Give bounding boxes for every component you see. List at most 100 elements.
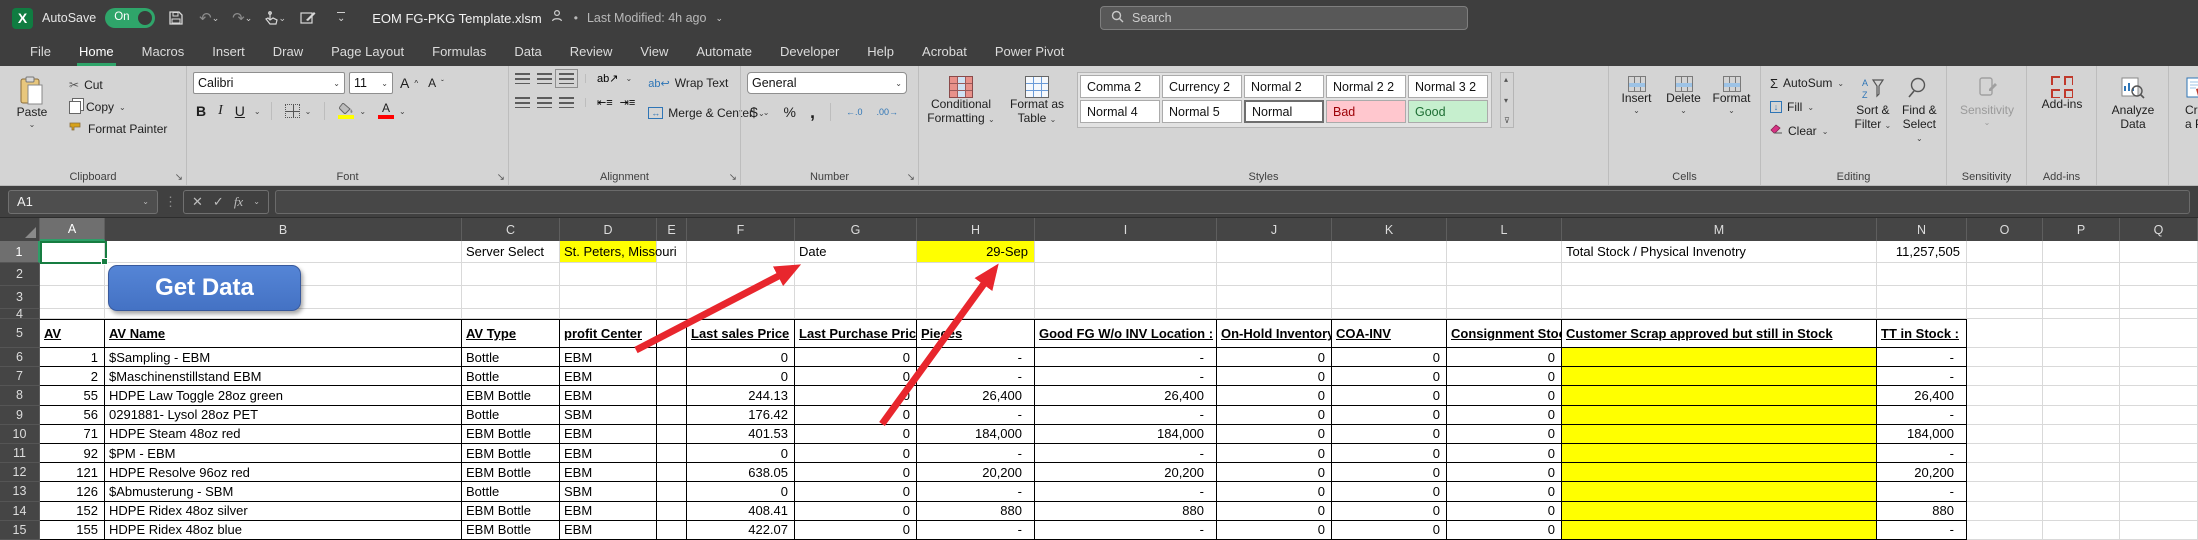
- formula-input[interactable]: [275, 190, 2190, 214]
- cell-N5[interactable]: TT in Stock :: [1877, 319, 1967, 348]
- cell-D4[interactable]: [560, 309, 657, 319]
- cell-P1[interactable]: [2043, 241, 2120, 263]
- cell-E12[interactable]: [657, 463, 687, 482]
- alignment-dialog-launcher-icon[interactable]: ↘: [729, 172, 737, 183]
- cell-N6[interactable]: -: [1877, 348, 1967, 367]
- cell-C12[interactable]: EBM Bottle: [462, 463, 560, 482]
- cell-O13[interactable]: [1967, 482, 2043, 501]
- save-icon[interactable]: [164, 6, 188, 30]
- cell-L13[interactable]: 0: [1447, 482, 1562, 501]
- clear-button[interactable]: Clear⌄: [1767, 120, 1847, 142]
- cell-A3[interactable]: [40, 286, 105, 309]
- cell-N12[interactable]: 20,200: [1877, 463, 1967, 482]
- cell-M1[interactable]: Total Stock / Physical Invenotry: [1562, 241, 1877, 263]
- cell-K7[interactable]: 0: [1332, 367, 1447, 386]
- format-cells-button[interactable]: Format⌄: [1709, 72, 1754, 115]
- column-header-M[interactable]: M: [1562, 218, 1877, 241]
- addins-button[interactable]: Add-ins: [2033, 72, 2091, 112]
- cell-O5[interactable]: [1967, 319, 2043, 348]
- cell-A15[interactable]: 155: [40, 521, 105, 540]
- cell-F11[interactable]: 0: [687, 444, 795, 463]
- cell-N11[interactable]: -: [1877, 444, 1967, 463]
- row-header-7[interactable]: 7: [0, 367, 40, 386]
- cell-O12[interactable]: [1967, 463, 2043, 482]
- row-header-1[interactable]: 1: [0, 241, 40, 263]
- cell-K5[interactable]: COA-INV: [1332, 319, 1447, 348]
- increase-decimal-button[interactable]: ←.0: [843, 101, 866, 123]
- cell-N14[interactable]: 880: [1877, 502, 1967, 521]
- cell-L9[interactable]: 0: [1447, 406, 1562, 425]
- cell-G10[interactable]: 0: [795, 425, 917, 444]
- cell-H7[interactable]: -: [917, 367, 1035, 386]
- tab-page-layout[interactable]: Page Layout: [317, 36, 418, 66]
- cell-K13[interactable]: 0: [1332, 482, 1447, 501]
- cell-L10[interactable]: 0: [1447, 425, 1562, 444]
- cell-L8[interactable]: 0: [1447, 386, 1562, 405]
- gallery-more-icon[interactable]: ⊽: [1504, 116, 1510, 125]
- cell-E3[interactable]: [657, 286, 687, 309]
- cell-A5[interactable]: AV: [40, 319, 105, 348]
- column-header-G[interactable]: G: [795, 218, 917, 241]
- italic-button[interactable]: I: [215, 100, 226, 122]
- cell-K4[interactable]: [1332, 309, 1447, 319]
- cell-A13[interactable]: 126: [40, 482, 105, 501]
- cell-B8[interactable]: HDPE Law Toggle 28oz green: [105, 386, 462, 405]
- cell-O1[interactable]: [1967, 241, 2043, 263]
- cell-C15[interactable]: EBM Bottle: [462, 521, 560, 540]
- style-normal2[interactable]: Normal 2: [1244, 75, 1324, 98]
- styles-gallery-scroll[interactable]: ▴ ▾ ⊽: [1500, 72, 1514, 128]
- tab-insert[interactable]: Insert: [198, 36, 259, 66]
- formula-bar-splitter[interactable]: ⋮: [164, 194, 177, 210]
- cell-N8[interactable]: 26,400: [1877, 386, 1967, 405]
- column-header-K[interactable]: K: [1332, 218, 1447, 241]
- row-header-11[interactable]: 11: [0, 444, 40, 463]
- cell-N2[interactable]: [1877, 263, 1967, 286]
- cell-I12[interactable]: 20,200: [1035, 463, 1217, 482]
- cell-L5[interactable]: Consignment Stock :: [1447, 319, 1562, 348]
- cell-P5[interactable]: [2043, 319, 2120, 348]
- cell-Q10[interactable]: [2120, 425, 2198, 444]
- tab-formulas[interactable]: Formulas: [418, 36, 500, 66]
- cell-K2[interactable]: [1332, 263, 1447, 286]
- cell-C4[interactable]: [462, 309, 560, 319]
- row-header-2[interactable]: 2: [0, 263, 40, 286]
- cell-A4[interactable]: [40, 309, 105, 319]
- row-header-13[interactable]: 13: [0, 482, 40, 501]
- cell-A2[interactable]: [40, 263, 105, 286]
- percent-style-button[interactable]: %: [781, 101, 799, 123]
- column-header-Q[interactable]: Q: [2120, 218, 2198, 241]
- cell-I13[interactable]: -: [1035, 482, 1217, 501]
- cell-L14[interactable]: 0: [1447, 502, 1562, 521]
- clipboard-dialog-launcher-icon[interactable]: ↘: [175, 172, 183, 183]
- cancel-icon[interactable]: ✕: [192, 194, 203, 210]
- cell-Q2[interactable]: [2120, 263, 2198, 286]
- cell-D1[interactable]: St. Peters, Missouri: [560, 241, 657, 263]
- cell-N4[interactable]: [1877, 309, 1967, 319]
- cell-E6[interactable]: [657, 348, 687, 367]
- cell-G8[interactable]: 0: [795, 386, 917, 405]
- analyze-data-button[interactable]: Analyze Data: [2103, 72, 2163, 131]
- cell-H6[interactable]: -: [917, 348, 1035, 367]
- tab-draw[interactable]: Draw: [259, 36, 317, 66]
- cell-C1[interactable]: Server Select: [462, 241, 560, 263]
- cell-M9[interactable]: [1562, 406, 1877, 425]
- cell-I9[interactable]: -: [1035, 406, 1217, 425]
- orientation-icon[interactable]: ab↗: [597, 72, 618, 85]
- cell-F14[interactable]: 408.41: [687, 502, 795, 521]
- font-name-select[interactable]: Calibri⌄: [193, 72, 345, 94]
- cell-F15[interactable]: 422.07: [687, 521, 795, 540]
- cut-button[interactable]: ✂Cut: [66, 74, 170, 96]
- row-header-4[interactable]: 4: [0, 309, 40, 319]
- style-normal4[interactable]: Normal 4: [1080, 100, 1160, 123]
- cell-O15[interactable]: [1967, 521, 2043, 540]
- cell-P2[interactable]: [2043, 263, 2120, 286]
- cell-N3[interactable]: [1877, 286, 1967, 309]
- qat-customize-chevron-icon[interactable]: ⌄: [329, 6, 353, 30]
- cell-Q7[interactable]: [2120, 367, 2198, 386]
- cell-B6[interactable]: $Sampling - EBM: [105, 348, 462, 367]
- gallery-up-icon[interactable]: ▴: [1504, 75, 1510, 84]
- row-header-6[interactable]: 6: [0, 348, 40, 367]
- cell-D11[interactable]: EBM: [560, 444, 657, 463]
- cell-Q14[interactable]: [2120, 502, 2198, 521]
- undo-icon[interactable]: ↶⌄: [197, 6, 221, 30]
